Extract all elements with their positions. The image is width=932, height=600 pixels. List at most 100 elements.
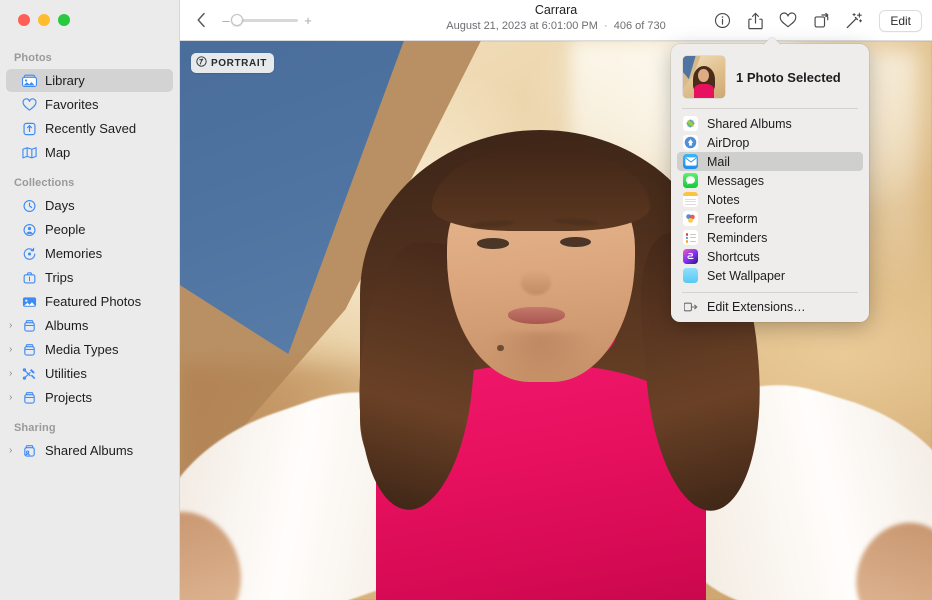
freeform-app-icon xyxy=(683,211,698,226)
sidebar-item-trips[interactable]: › Trips xyxy=(6,266,173,289)
disclosure-chevron-icon[interactable]: › xyxy=(9,345,22,355)
sidebar-item-label: Days xyxy=(42,198,75,213)
share-item-messages[interactable]: Messages xyxy=(677,171,863,190)
sidebar-item-shared-albums[interactable]: › Shared Albums xyxy=(6,439,173,462)
zoom-in-label[interactable]: + xyxy=(304,14,312,27)
zoom-slider[interactable]: – + xyxy=(222,14,312,27)
edit-extensions-button[interactable]: Edit Extensions… xyxy=(677,297,863,316)
sidebar-item-albums[interactable]: › Albums xyxy=(6,314,173,337)
sidebar-item-label: Featured Photos xyxy=(42,294,141,309)
rotate-icon[interactable] xyxy=(810,10,832,32)
share-item-label: Mail xyxy=(707,155,730,169)
sidebar-item-label: Recently Saved xyxy=(42,121,136,136)
sidebar-item-label: Shared Albums xyxy=(42,443,133,458)
disclosure-chevron-icon: › xyxy=(9,124,22,134)
sidebar-item-library[interactable]: › Library xyxy=(6,69,173,92)
share-item-label: Reminders xyxy=(707,231,767,245)
album-icon xyxy=(22,391,42,405)
person-icon xyxy=(22,223,42,237)
edit-extensions-label: Edit Extensions… xyxy=(707,300,806,314)
sidebar-scroll[interactable]: Photos › Library › Favorites › xyxy=(0,0,179,462)
sidebar-item-label: Memories xyxy=(42,246,102,261)
sidebar-item-people[interactable]: › People xyxy=(6,218,173,241)
close-button[interactable] xyxy=(18,14,30,26)
disclosure-chevron-icon: › xyxy=(9,249,22,259)
share-targets-list: Shared Albums AirDrop Mail Messages xyxy=(671,109,869,286)
back-button[interactable] xyxy=(188,7,214,33)
portrait-badge[interactable]: PORTRAIT xyxy=(191,53,274,73)
info-icon[interactable] xyxy=(711,10,733,32)
sidebar-item-label: Media Types xyxy=(42,342,118,357)
popover-arrow xyxy=(763,36,781,45)
share-icon[interactable] xyxy=(744,10,766,32)
disclosure-chevron-icon: › xyxy=(9,148,22,158)
window-controls xyxy=(18,14,70,26)
popover-header: 1 Photo Selected xyxy=(671,50,869,108)
sidebar-item-label: Trips xyxy=(42,270,73,285)
sidebar-item-favorites[interactable]: › Favorites xyxy=(6,93,173,116)
featured-photos-icon xyxy=(22,295,42,309)
share-item-reminders[interactable]: Reminders xyxy=(677,228,863,247)
chin-shadow xyxy=(488,332,593,382)
sidebar-item-projects[interactable]: › Projects xyxy=(6,386,173,409)
disclosure-chevron-icon[interactable]: › xyxy=(9,393,22,403)
share-item-shared-albums[interactable]: Shared Albums xyxy=(677,114,863,133)
disclosure-chevron-icon: › xyxy=(9,273,22,283)
toolbar-left-group: – + xyxy=(180,7,312,33)
shortcuts-app-icon xyxy=(683,249,698,264)
popover-footer: Edit Extensions… xyxy=(671,293,869,316)
share-item-airdrop[interactable]: AirDrop xyxy=(677,133,863,152)
sidebar-item-label: Albums xyxy=(42,318,88,333)
sidebar-item-media-types[interactable]: › Media Types xyxy=(6,338,173,361)
disclosure-chevron-icon[interactable]: › xyxy=(9,446,22,456)
wallpaper-icon xyxy=(683,268,698,283)
edit-button[interactable]: Edit xyxy=(879,10,922,32)
share-item-shortcuts[interactable]: Shortcuts xyxy=(677,247,863,266)
sidebar: Photos › Library › Favorites › xyxy=(0,0,180,600)
disclosure-chevron-icon: › xyxy=(9,225,22,235)
share-item-mail[interactable]: Mail xyxy=(677,152,863,171)
portrait-badge-label: PORTRAIT xyxy=(211,58,267,69)
sidebar-item-label: Utilities xyxy=(42,366,87,381)
minimize-button[interactable] xyxy=(38,14,50,26)
sidebar-section-photos-header: Photos xyxy=(0,46,179,68)
share-item-freeform[interactable]: Freeform xyxy=(677,209,863,228)
sidebar-item-memories[interactable]: › Memories xyxy=(6,242,173,265)
sidebar-item-label: Favorites xyxy=(42,97,98,112)
disclosure-chevron-icon: › xyxy=(9,100,22,110)
maximize-button[interactable] xyxy=(58,14,70,26)
mail-app-icon xyxy=(683,154,698,169)
heart-icon xyxy=(22,98,42,112)
album-icon xyxy=(22,343,42,357)
zoom-slider-thumb[interactable] xyxy=(231,14,243,26)
disclosure-chevron-icon[interactable]: › xyxy=(9,321,22,331)
recently-saved-icon xyxy=(22,122,42,136)
heart-icon[interactable] xyxy=(777,10,799,32)
sidebar-item-featured-photos[interactable]: › Featured Photos xyxy=(6,290,173,313)
sidebar-item-recently-saved[interactable]: › Recently Saved xyxy=(6,117,173,140)
share-item-notes[interactable]: Notes xyxy=(677,190,863,209)
share-popover: 1 Photo Selected Shared xyxy=(671,44,869,322)
disclosure-chevron-icon: › xyxy=(9,201,22,211)
sidebar-item-map[interactable]: › Map xyxy=(6,141,173,164)
sidebar-item-utilities[interactable]: › Utilities xyxy=(6,362,173,385)
share-item-label: Shortcuts xyxy=(707,250,760,264)
zoom-slider-track[interactable] xyxy=(236,19,298,22)
disclosure-chevron-icon[interactable]: › xyxy=(9,369,22,379)
sidebar-section-collections-header: Collections xyxy=(0,165,179,193)
disclosure-chevron-icon: › xyxy=(9,297,22,307)
sidebar-item-days[interactable]: › Days xyxy=(6,194,173,217)
library-icon xyxy=(22,74,42,88)
auto-enhance-icon[interactable] xyxy=(843,10,865,32)
share-item-label: AirDrop xyxy=(707,136,749,150)
disclosure-chevron-icon: › xyxy=(9,76,22,86)
photo-position: 406 of 730 xyxy=(614,20,666,32)
share-item-label: Freeform xyxy=(707,212,758,226)
photo-date: August 21, 2023 at 6:01:00 PM xyxy=(446,20,598,32)
shared-albums-app-icon xyxy=(683,116,698,131)
zoom-out-label[interactable]: – xyxy=(222,14,230,27)
nose xyxy=(521,270,551,295)
messages-app-icon xyxy=(683,173,698,188)
share-item-set-wallpaper[interactable]: Set Wallpaper xyxy=(677,266,863,285)
sidebar-item-label: Library xyxy=(42,73,85,88)
